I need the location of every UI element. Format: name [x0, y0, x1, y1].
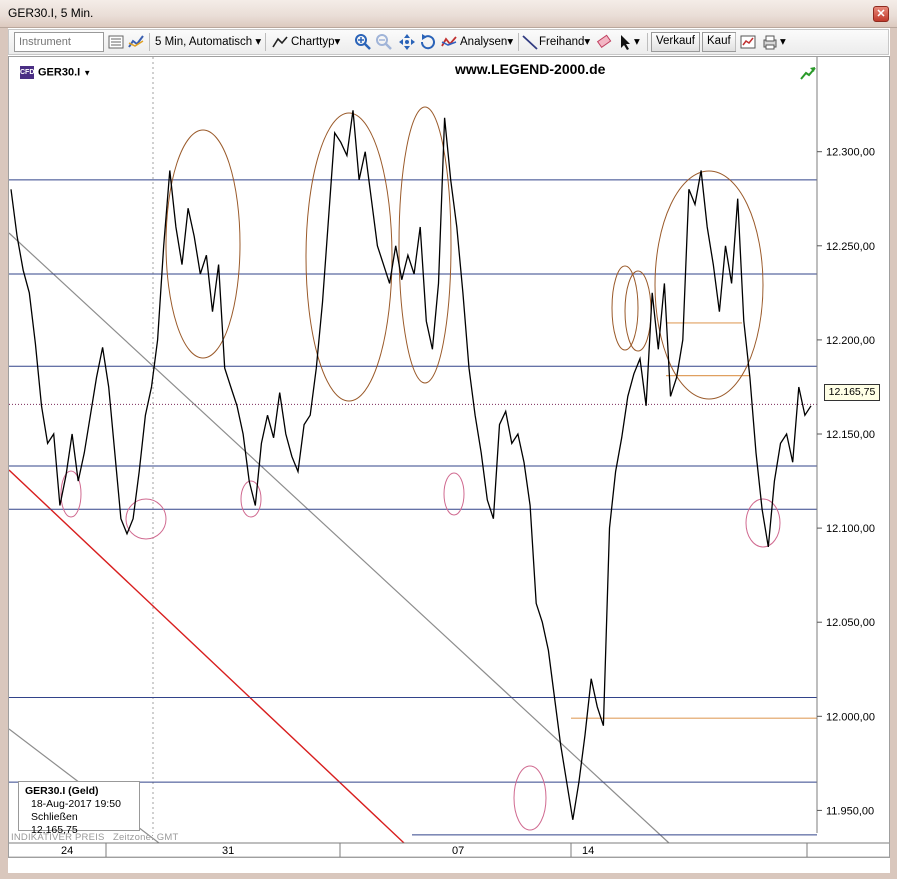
price-info-box: GER30.I (Geld) 18-Aug-2017 19:50 Schließ…	[18, 781, 140, 836]
sell-button[interactable]: Verkauf	[651, 32, 700, 52]
cursor-dropdown[interactable]: ▾	[634, 34, 640, 48]
window-frame-left	[0, 28, 8, 879]
y-tick-label: 12.100,00	[826, 523, 875, 535]
y-tick-label: 12.150,00	[826, 429, 875, 441]
cfd-icon: CFD	[20, 66, 34, 79]
y-tick-label: 11.950,00	[826, 805, 874, 817]
info-title: GER30.I (Geld)	[25, 785, 99, 797]
window-title: GER30.I, 5 Min.	[8, 6, 94, 20]
print-icon[interactable]	[761, 33, 779, 51]
zoom-out-icon[interactable]	[375, 33, 393, 51]
analysis-icon[interactable]	[440, 33, 458, 51]
chart-window-icon[interactable]	[739, 33, 757, 51]
charttype-dropdown[interactable]: Charttyp▾	[291, 34, 340, 48]
instrument-input[interactable]	[14, 32, 104, 52]
window-frame-bottom	[0, 873, 897, 879]
x-day-label: 31	[222, 845, 234, 857]
analysen-dropdown[interactable]: Analysen▾	[460, 34, 513, 48]
indicative-note: INDIKATIVER PREIS Zeitzone: GMT	[11, 832, 179, 843]
zoom-in-icon[interactable]	[354, 33, 372, 51]
price-chart[interactable]: 11.950,00 12.000,00 12.050,00 12.100,00 12.1…	[9, 57, 889, 857]
last-price-label: 12.165,75	[824, 384, 880, 401]
x-day-label: 07	[452, 845, 464, 857]
refresh-icon[interactable]	[419, 33, 437, 51]
cursor-icon[interactable]	[616, 33, 634, 51]
y-tick-label: 12.050,00	[826, 617, 875, 629]
buy-button[interactable]: Kauf	[702, 32, 736, 52]
symbol-label: GER30.I	[38, 66, 81, 79]
x-day-label: 24	[61, 845, 73, 857]
info-datetime: 18-Aug-2017 19:50	[31, 798, 121, 810]
instrument-list-icon[interactable]	[107, 33, 125, 51]
interval-dropdown[interactable]: 5 Min, Automatisch ▾	[155, 34, 261, 48]
toolbar: 5 Min, Automatisch ▾ Charttyp▾ Analysen▾…	[8, 29, 889, 55]
watermark: www.LEGEND-2000.de	[455, 61, 606, 77]
symbol-dropdown-arrow[interactable]: ▼	[83, 68, 91, 77]
y-tick-label: 12.200,00	[826, 335, 875, 347]
chart-area[interactable]: 11.950,00 12.000,00 12.050,00 12.100,00 12.1…	[8, 56, 890, 858]
eraser-icon[interactable]	[595, 33, 613, 51]
close-button[interactable]: ✕	[873, 6, 889, 22]
y-tick-label: 12.300,00	[826, 147, 875, 159]
freihand-dropdown[interactable]: Freihand▾	[539, 34, 590, 48]
window-frame-right	[890, 28, 897, 879]
x-day-label: 14	[582, 845, 594, 857]
print-dropdown[interactable]: ▾	[780, 34, 786, 48]
charttype-icon[interactable]	[271, 33, 289, 51]
pan-icon[interactable]	[398, 33, 416, 51]
window-titlebar: GER30.I, 5 Min. ✕	[0, 0, 897, 28]
freehand-line-icon[interactable]	[521, 33, 539, 51]
trend-arrow-icon[interactable]	[800, 66, 816, 80]
symbol-selector[interactable]: CFD GER30.I ▼	[20, 66, 91, 79]
y-tick-label: 12.000,00	[826, 711, 875, 723]
indicator-icon[interactable]	[127, 33, 145, 51]
y-tick-label: 12.250,00	[826, 241, 875, 253]
